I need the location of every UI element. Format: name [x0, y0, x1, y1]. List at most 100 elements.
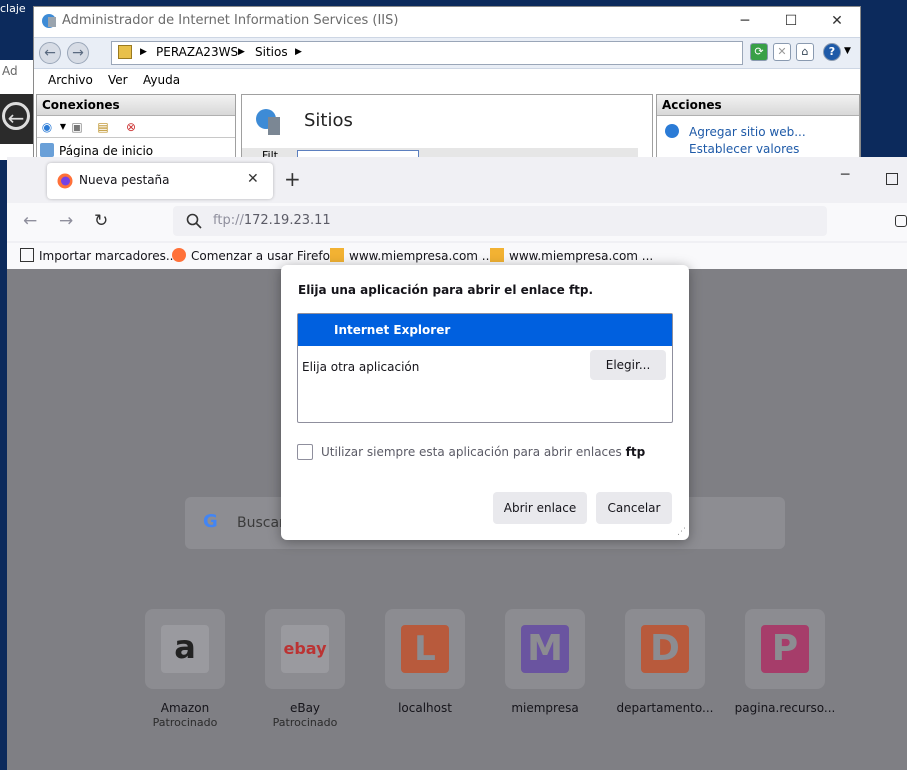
- refresh-icon[interactable]: ⟳: [750, 43, 768, 61]
- top-site-tile: L: [385, 609, 465, 689]
- connections-toolbar: ◉ ▼ ▣ ▤ ⊗: [37, 117, 235, 138]
- iis-actions-panel: Acciones Agregar sitio web... Establecer…: [656, 94, 860, 159]
- start-page-icon: [40, 143, 54, 157]
- top-site-label: Amazon: [160, 701, 210, 715]
- path-separator-icon: ▶: [140, 47, 147, 57]
- iis-forward-button[interactable]: →: [67, 42, 89, 64]
- menu-archivo[interactable]: Archivo: [48, 73, 93, 87]
- open-link-button[interactable]: Abrir enlace: [493, 492, 587, 524]
- back-arrow-icon[interactable]: ←: [23, 211, 37, 231]
- top-site-tile: P: [745, 609, 825, 689]
- iis-manager-window: Administrador de Internet Information Se…: [33, 6, 861, 160]
- forward-arrow-icon[interactable]: →: [59, 211, 73, 231]
- pma-icon: [490, 248, 504, 262]
- resize-grip-icon[interactable]: ⋰: [677, 527, 687, 537]
- miempresa-icon: M: [521, 625, 569, 673]
- google-icon: G: [203, 511, 218, 532]
- iis-address-bar: ← → ▶ PERAZA23WS ▶ Sitios ▶ ⟳ ✕ ⌂ ? ▼: [34, 37, 860, 69]
- bookmark-get-started[interactable]: Comenzar a usar Firefox: [172, 248, 337, 263]
- connect-globe-icon[interactable]: ◉: [39, 119, 55, 135]
- iis-close-button[interactable]: ✕: [814, 7, 860, 35]
- top-site-localhost[interactable]: L localhost: [385, 609, 465, 715]
- always-use-label[interactable]: Utilizar siempre esta aplicación para ab…: [321, 445, 645, 459]
- connections-header: Conexiones: [37, 95, 235, 116]
- iis-minimize-button[interactable]: ─: [722, 7, 768, 35]
- always-use-checkbox[interactable]: [297, 444, 313, 460]
- pagina-recurso-icon: P: [761, 625, 809, 673]
- bookmark-label: www.miempresa.com ...: [349, 249, 494, 263]
- iis-path-field[interactable]: ▶ PERAZA23WS ▶ Sitios ▶: [111, 41, 743, 65]
- top-site-label: localhost: [398, 701, 452, 715]
- iis-connections-panel: Conexiones ◉ ▼ ▣ ▤ ⊗ Página de inicio: [36, 94, 236, 159]
- ebay-icon: ebay: [281, 625, 329, 673]
- disconnect-icon[interactable]: ⊗: [123, 119, 139, 135]
- tree-item-start-page[interactable]: Página de inicio: [59, 144, 153, 158]
- help-icon[interactable]: ?: [823, 43, 841, 61]
- app-item-choose-other[interactable]: Elija otra aplicación: [302, 360, 419, 374]
- tab-title: Nueva pestaña: [79, 173, 170, 187]
- server-node-icon: [118, 45, 132, 59]
- top-site-ebay[interactable]: ebay eBay Patrocinado: [265, 609, 345, 729]
- pocket-icon[interactable]: [895, 215, 907, 227]
- iis-back-button[interactable]: ←: [39, 42, 61, 64]
- path-segment-sites[interactable]: Sitios: [255, 45, 288, 59]
- open-link-dialog: Elija una aplicación para abrir el enlac…: [281, 265, 689, 540]
- top-site-label: eBay: [289, 701, 321, 715]
- new-tab-button[interactable]: +: [284, 167, 301, 191]
- tab-close-icon[interactable]: ✕: [247, 171, 259, 187]
- top-site-pagina-recurso[interactable]: P pagina.recurso...: [735, 609, 835, 715]
- background-back-button[interactable]: ←: [0, 94, 34, 144]
- add-website-link[interactable]: Agregar sitio web...: [689, 125, 806, 139]
- stop-icon[interactable]: ✕: [773, 43, 791, 61]
- firefox-minimize-button[interactable]: ─: [841, 167, 849, 183]
- top-site-sponsor: Patrocinado: [152, 716, 218, 729]
- bookmark-label: www.miempresa.com ...: [509, 249, 654, 263]
- sites-heading: Sitios: [304, 110, 353, 131]
- cancel-button[interactable]: Cancelar: [596, 492, 672, 524]
- app-item-label: Internet Explorer: [334, 323, 451, 337]
- top-site-sponsor: Patrocinado: [272, 716, 338, 729]
- localhost-icon: L: [401, 625, 449, 673]
- top-site-amazon[interactable]: a Amazon Patrocinado: [145, 609, 225, 729]
- bookmark-miempresa-1[interactable]: www.miempresa.com ...: [330, 248, 493, 263]
- dialog-title: Elija una aplicación para abrir el enlac…: [298, 283, 594, 297]
- choose-app-button[interactable]: Elegir...: [590, 350, 666, 380]
- bookmark-miempresa-2[interactable]: www.miempresa.com ...: [490, 248, 653, 263]
- application-list: Internet Explorer Elija otra aplicación …: [297, 313, 673, 423]
- actions-header: Acciones: [657, 95, 859, 116]
- import-icon: [20, 248, 34, 262]
- iis-app-icon: [42, 14, 56, 28]
- set-defaults-link[interactable]: Establecer valores: [689, 142, 799, 156]
- menu-ver[interactable]: Ver: [108, 73, 128, 87]
- top-site-label: pagina.recurso...: [734, 701, 836, 715]
- home-icon[interactable]: ⌂: [796, 43, 814, 61]
- iis-center-panel: Sitios Filt: [241, 94, 653, 159]
- background-window-fragment: Ad ←: [0, 60, 34, 160]
- firefox-icon: [172, 248, 186, 262]
- save-icon[interactable]: ▣: [69, 119, 85, 135]
- iis-maximize-button[interactable]: ☐: [768, 7, 814, 35]
- top-site-label: miempresa: [511, 701, 579, 715]
- url-scheme: ftp://: [213, 213, 244, 228]
- firefox-maximize-button[interactable]: [886, 173, 898, 185]
- path-separator-icon: ▶: [238, 47, 245, 57]
- url-bar[interactable]: ftp://172.19.23.11: [173, 206, 827, 236]
- back-arrow-icon: ←: [2, 102, 30, 130]
- help-dropdown-icon[interactable]: ▼: [844, 46, 851, 56]
- firefox-icon: [57, 173, 73, 189]
- reload-icon[interactable]: ↻: [94, 211, 108, 231]
- firefox-nav-bar: ← → ↻ ftp://172.19.23.11: [7, 203, 907, 241]
- always-use-label-text: Utilizar siempre esta aplicación para ab…: [321, 445, 622, 459]
- top-site-departamento[interactable]: D departamento...: [617, 609, 713, 715]
- departamento-icon: D: [641, 625, 689, 673]
- bookmark-import[interactable]: Importar marcadores...: [20, 248, 177, 263]
- menu-ayuda[interactable]: Ayuda: [143, 73, 180, 87]
- top-site-miempresa[interactable]: M miempresa: [505, 609, 585, 715]
- desktop-partial-label: claje: [0, 2, 26, 15]
- iis-menu-bar: Archivo Ver Ayuda: [34, 69, 860, 91]
- path-segment-server[interactable]: PERAZA23WS: [156, 45, 238, 59]
- folder-icon[interactable]: ▤: [95, 119, 111, 135]
- tab-new-tab[interactable]: Nueva pestaña ✕: [47, 163, 273, 199]
- search-placeholder: Buscar: [237, 515, 285, 531]
- app-item-internet-explorer[interactable]: Internet Explorer: [298, 314, 672, 346]
